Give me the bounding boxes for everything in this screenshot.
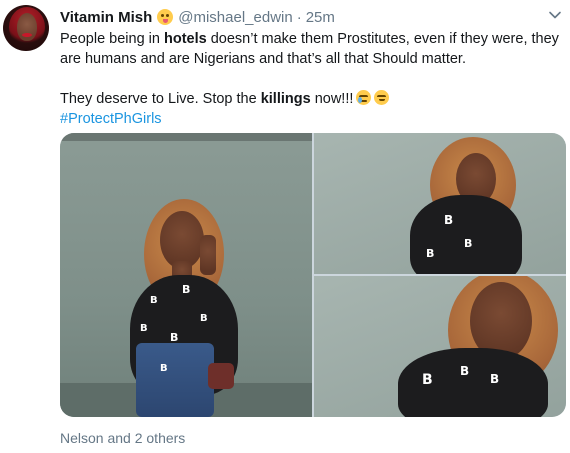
tweet-paragraph-2: They deserve to Live. Stop the killings … (60, 89, 560, 109)
media-grid: B B B B B B B B B B B B (60, 133, 566, 417)
face-savoring-food-emoji (157, 9, 174, 25)
bold-killings: killings (260, 91, 311, 107)
tweet-header: Vitamin Mish @mishael_edwin · 25m (60, 6, 335, 28)
crying-face-emoji (356, 90, 372, 105)
separator-dot: · (296, 8, 302, 26)
tweet-text: People being in hotels doesn’t make them… (60, 29, 560, 129)
display-name[interactable]: Vitamin Mish (60, 9, 152, 26)
avatar[interactable] (3, 5, 49, 51)
tweet[interactable]: Vitamin Mish @mishael_edwin · 25m People… (0, 0, 570, 453)
timestamp[interactable]: 25m (306, 9, 335, 26)
username[interactable]: @mishael_edwin (178, 9, 292, 26)
photo-3[interactable]: B B B (314, 276, 566, 417)
chevron-down-icon[interactable] (548, 8, 562, 22)
hashtag-link[interactable]: #ProtectPhGirls (60, 111, 162, 127)
avatar-lips (22, 33, 32, 37)
footer-tagged-users[interactable]: Nelson and 2 others (60, 430, 185, 446)
photo-2[interactable]: B B B (314, 133, 566, 274)
bold-hotels: hotels (164, 31, 207, 47)
tweet-paragraph-1: People being in hotels doesn’t make them… (60, 31, 559, 67)
photo-1[interactable]: B B B B B B (60, 133, 312, 417)
relieved-face-emoji (374, 90, 390, 105)
